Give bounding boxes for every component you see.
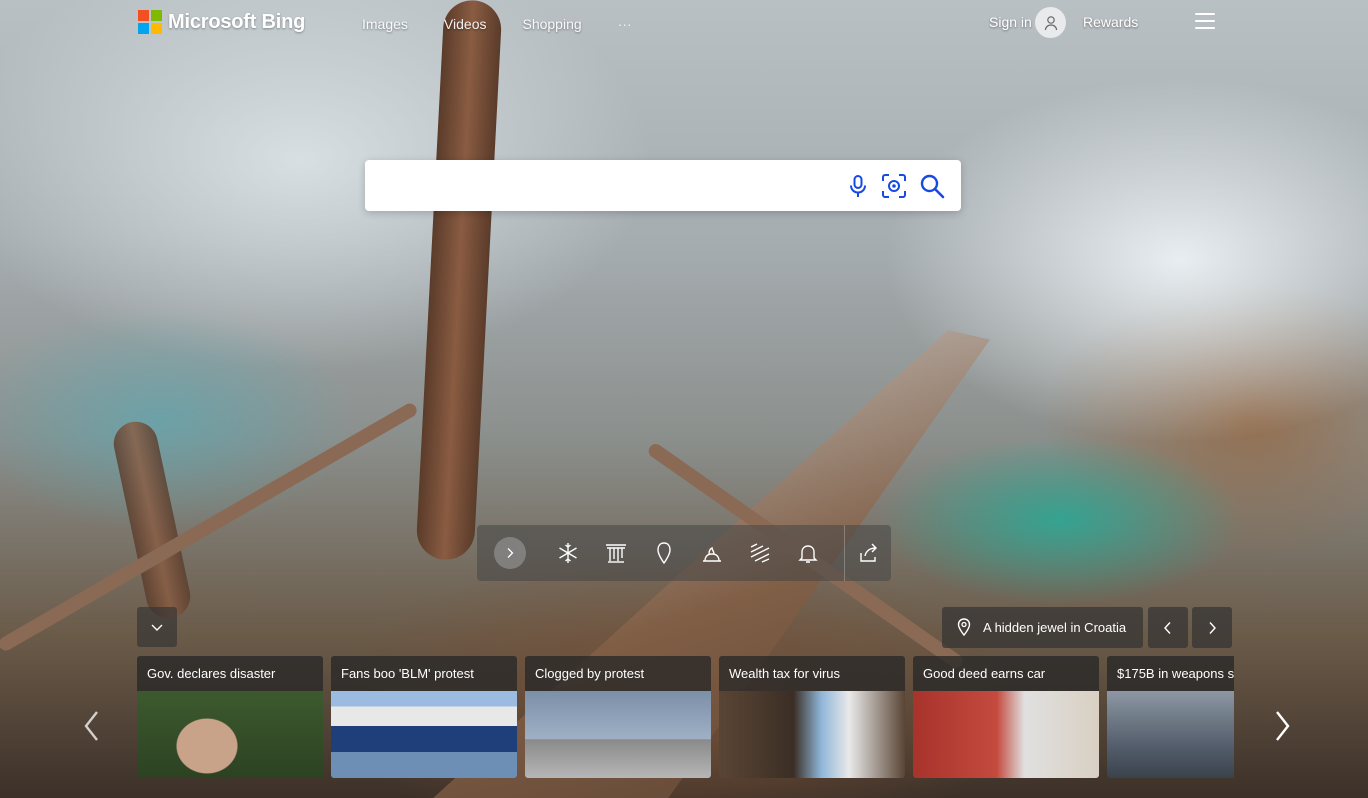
news-thumbnail bbox=[137, 691, 323, 778]
location-pin-icon bbox=[957, 618, 971, 636]
railing bbox=[0, 400, 420, 654]
quiz-icon[interactable] bbox=[700, 541, 724, 565]
news-card-title: Good deed earns car bbox=[923, 666, 1046, 681]
chevron-right-icon bbox=[1209, 621, 1216, 634]
signin-link[interactable]: Sign in bbox=[989, 14, 1032, 30]
tree-trunk bbox=[415, 0, 503, 562]
news-card[interactable]: Fans boo 'BLM' protest bbox=[331, 656, 517, 778]
share-icon[interactable] bbox=[857, 541, 881, 565]
news-card[interactable]: $175B in weapons sa bbox=[1107, 656, 1234, 778]
previous-image-button[interactable] bbox=[1148, 607, 1188, 648]
user-icon bbox=[1044, 15, 1057, 30]
news-thumbnail bbox=[719, 691, 905, 778]
logo-text: Microsoft Bing bbox=[168, 10, 306, 33]
news-thumbnail bbox=[1107, 691, 1234, 778]
news-card-title: Gov. declares disaster bbox=[147, 666, 276, 681]
nav-shopping[interactable]: Shopping bbox=[522, 16, 581, 32]
carousel-prev-icon[interactable] bbox=[80, 706, 104, 746]
waterfall-icon[interactable] bbox=[604, 541, 628, 565]
news-card[interactable]: Gov. declares disaster bbox=[137, 656, 323, 778]
header: Microsoft Bing Images Videos Shopping ··… bbox=[0, 0, 1368, 46]
search-box bbox=[365, 160, 961, 211]
news-carousel: Gov. declares disaster Fans boo 'BLM' pr… bbox=[137, 656, 1234, 778]
news-card-title: Fans boo 'BLM' protest bbox=[341, 666, 474, 681]
rewards-link[interactable]: Rewards bbox=[1083, 14, 1138, 30]
microsoft-logo-icon bbox=[138, 10, 162, 34]
bing-logo[interactable]: Microsoft Bing bbox=[138, 10, 305, 34]
image-location-button[interactable]: A hidden jewel in Croatia bbox=[942, 607, 1143, 648]
location-pin-icon[interactable] bbox=[652, 541, 676, 565]
snowflake-icon[interactable] bbox=[556, 541, 580, 565]
chevron-right-icon bbox=[507, 548, 514, 558]
news-thumbnail bbox=[331, 691, 517, 778]
visual-search-icon[interactable] bbox=[881, 173, 907, 199]
next-image-button[interactable] bbox=[494, 537, 526, 569]
search-input[interactable] bbox=[381, 172, 845, 200]
tree-trunk bbox=[109, 417, 195, 623]
chevron-left-icon bbox=[1164, 621, 1171, 634]
news-card[interactable]: Good deed earns car bbox=[913, 656, 1099, 778]
news-thumbnail bbox=[913, 691, 1099, 778]
avatar[interactable] bbox=[1035, 7, 1066, 38]
news-card-title: $175B in weapons sa bbox=[1117, 666, 1234, 681]
carousel-next-icon[interactable] bbox=[1270, 706, 1294, 746]
next-image-arrow-button[interactable] bbox=[1192, 607, 1232, 648]
nav-images[interactable]: Images bbox=[362, 16, 408, 32]
chevron-down-icon bbox=[151, 624, 163, 631]
nav-videos[interactable]: Videos bbox=[444, 16, 487, 32]
search-icon[interactable] bbox=[919, 173, 945, 199]
top-nav: Images Videos Shopping ··· bbox=[362, 16, 632, 32]
news-card-title: Wealth tax for virus bbox=[729, 666, 841, 681]
image-toolbar bbox=[477, 525, 891, 581]
news-card-title: Clogged by protest bbox=[535, 666, 645, 681]
collapse-feed-button[interactable] bbox=[137, 607, 177, 647]
nav-more[interactable]: ··· bbox=[618, 16, 632, 32]
wind-icon[interactable] bbox=[748, 541, 772, 565]
bell-icon[interactable] bbox=[796, 541, 820, 565]
news-card[interactable]: Wealth tax for virus bbox=[719, 656, 905, 778]
hamburger-menu-icon[interactable] bbox=[1195, 13, 1215, 31]
toolbar-divider bbox=[844, 525, 845, 581]
location-label: A hidden jewel in Croatia bbox=[983, 620, 1127, 635]
microphone-icon[interactable] bbox=[845, 173, 871, 199]
news-thumbnail bbox=[525, 691, 711, 778]
news-card[interactable]: Clogged by protest bbox=[525, 656, 711, 778]
